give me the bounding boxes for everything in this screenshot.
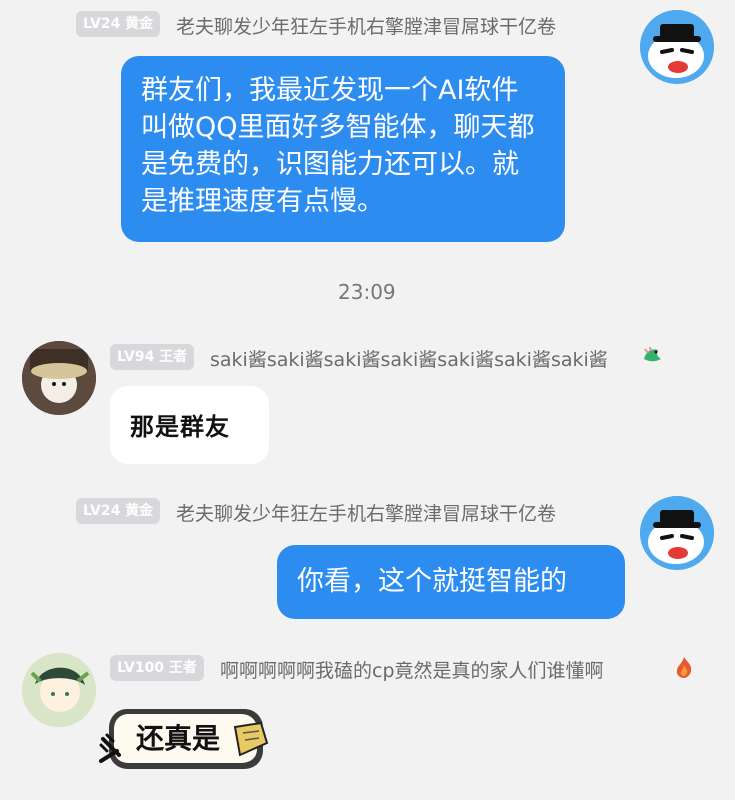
flame-icon <box>673 655 695 679</box>
message-text: 群友们，我最近发现一个AI软件叫做QQ里面好多智能体，聊天都是免费的，识图能力还… <box>141 75 535 217</box>
level-badge: LV24 黄金 <box>76 11 161 37</box>
avatar[interactable] <box>640 496 714 570</box>
message-text: 那是群友 <box>130 413 230 441</box>
avatar-anime-icon <box>22 653 96 727</box>
sender-nickname[interactable]: 啊啊啊啊啊我磕的cp竟然是真的家人们谁懂啊 <box>220 656 604 683</box>
message-bubble[interactable]: 群友们，我最近发现一个AI软件叫做QQ里面好多智能体，聊天都是免费的，识图能力还… <box>121 56 565 242</box>
level-badge: LV94 王者 <box>110 344 195 370</box>
timestamp: 23:09 <box>338 280 396 304</box>
avatar-photo-icon <box>22 341 96 415</box>
sticker-bubble[interactable]: 还真是 <box>99 697 273 781</box>
message-text: 你看，这个就挺智能的 <box>297 566 567 597</box>
message-bubble[interactable]: 那是群友 <box>110 386 269 464</box>
level-badge: LV24 黄金 <box>76 498 161 524</box>
avatar-cartoon-icon <box>640 496 714 570</box>
avatar[interactable] <box>22 341 96 415</box>
level-badge: LV100 王者 <box>110 655 204 681</box>
avatar-cartoon-icon <box>640 10 714 84</box>
sender-nickname[interactable]: saki酱saki酱saki酱saki酱saki酱saki酱saki酱 <box>210 345 608 372</box>
sender-nickname[interactable]: 老夫聊发少年狂左手机右擎膛津冒屌球干亿卷 <box>176 12 556 39</box>
message-bubble[interactable]: 你看，这个就挺智能的 <box>277 545 625 619</box>
avatar[interactable] <box>640 10 714 84</box>
avatar[interactable] <box>22 653 96 727</box>
dragon-emoji-icon <box>641 343 663 365</box>
sender-nickname[interactable]: 老夫聊发少年狂左手机右擎膛津冒屌球干亿卷 <box>176 499 556 526</box>
message-text: 还真是 <box>136 722 221 755</box>
